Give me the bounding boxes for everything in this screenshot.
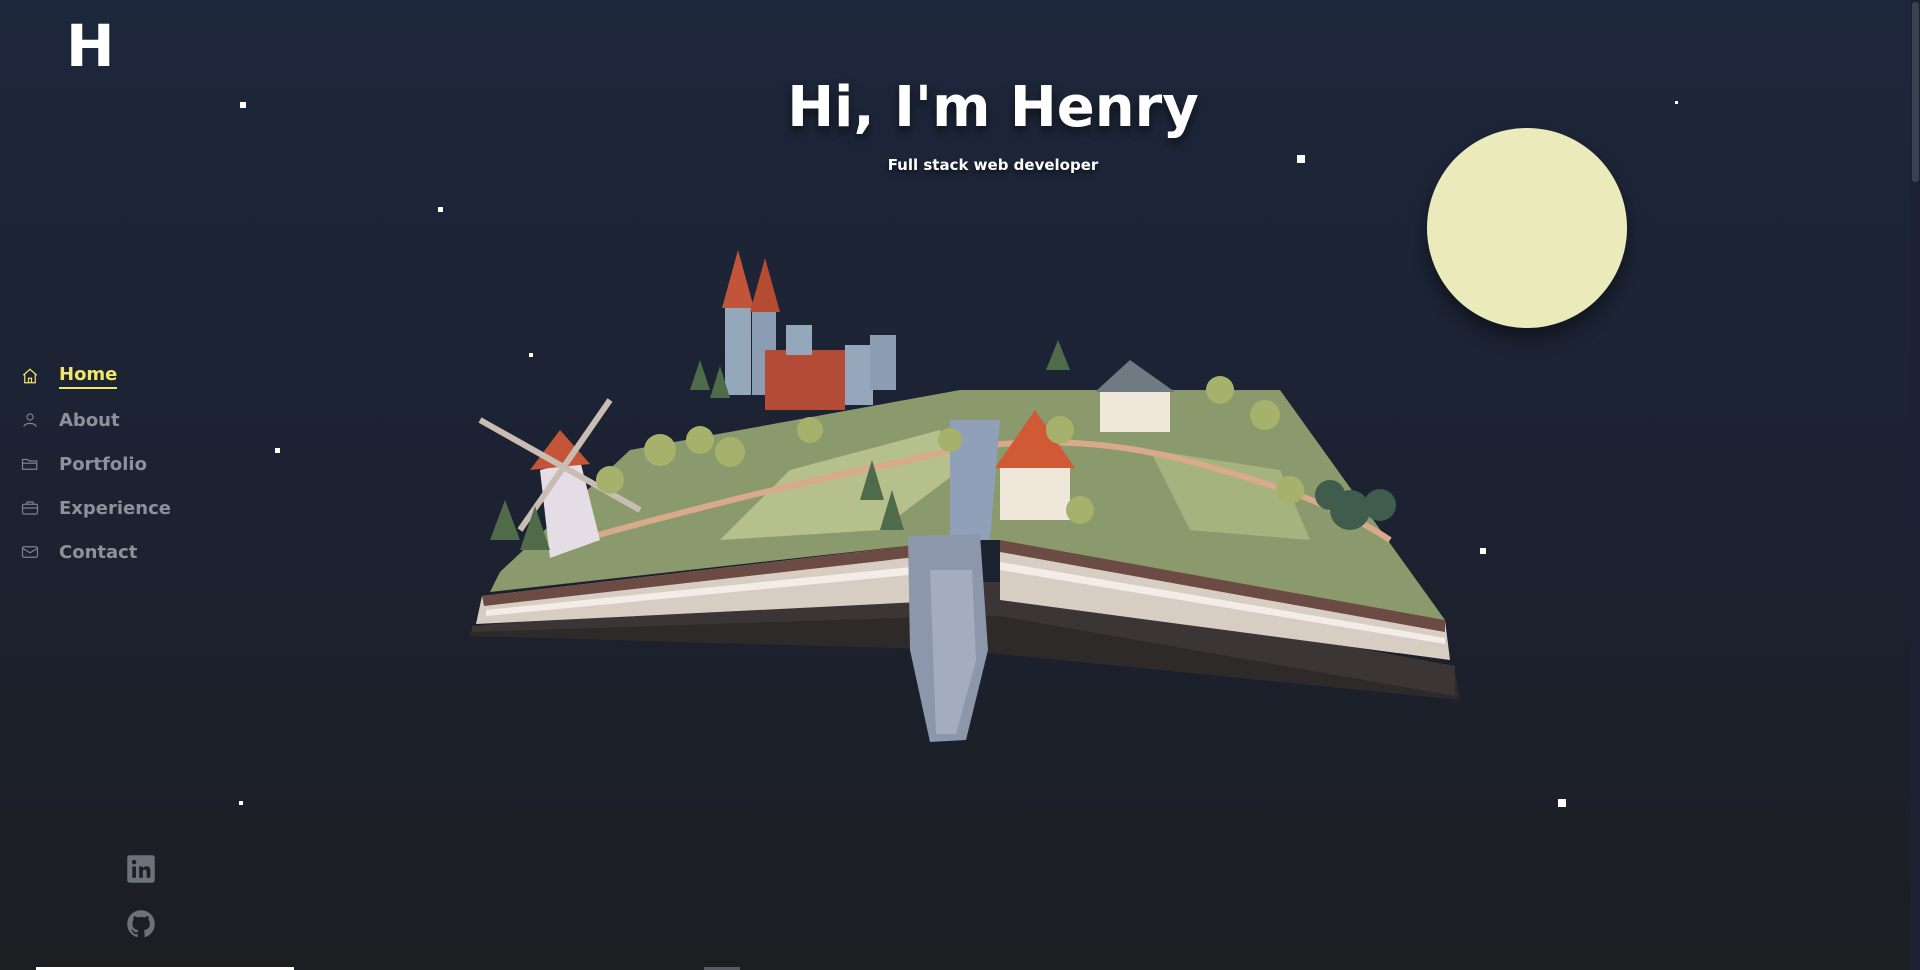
nav-item-contact[interactable]: Contact xyxy=(20,530,171,574)
scrollbar-thumb[interactable] xyxy=(1912,2,1919,182)
nav-item-experience[interactable]: Experience xyxy=(20,486,171,530)
star xyxy=(1675,101,1678,104)
folder-icon xyxy=(20,454,40,474)
star xyxy=(1558,799,1566,807)
hero-title: Hi, I'm Henry xyxy=(787,75,1199,140)
home-icon xyxy=(20,366,40,386)
castle-illustration xyxy=(722,250,896,410)
linkedin-icon xyxy=(127,855,155,883)
hero-subtitle: Full stack web developer xyxy=(887,156,1099,174)
nav-item-label: About xyxy=(59,409,120,431)
github-link[interactable] xyxy=(126,909,156,939)
scrollbar[interactable] xyxy=(1910,0,1920,970)
nav-item-label: Home xyxy=(59,364,118,389)
nav-item-home[interactable]: Home xyxy=(20,354,171,398)
star xyxy=(275,448,280,453)
star xyxy=(240,102,246,108)
logo[interactable]: H xyxy=(66,14,115,78)
book-illustration xyxy=(468,390,1460,742)
star xyxy=(239,801,243,805)
github-icon xyxy=(127,910,155,938)
nav-item-label: Experience xyxy=(59,497,171,519)
nav-item-label: Portfolio xyxy=(59,453,147,475)
briefcase-icon xyxy=(20,498,40,518)
nav-item-label: Contact xyxy=(59,541,138,563)
book-diorama xyxy=(468,250,1460,742)
star xyxy=(1480,548,1486,554)
mail-icon xyxy=(20,542,40,562)
linkedin-link[interactable] xyxy=(126,854,156,884)
star xyxy=(1297,155,1305,163)
nav-item-portfolio[interactable]: Portfolio xyxy=(20,442,171,486)
nav-item-about[interactable]: About xyxy=(20,398,171,442)
star xyxy=(438,207,443,212)
user-icon xyxy=(20,410,40,430)
sidebar-nav: Home About Portfolio Experience Contact xyxy=(20,354,171,574)
